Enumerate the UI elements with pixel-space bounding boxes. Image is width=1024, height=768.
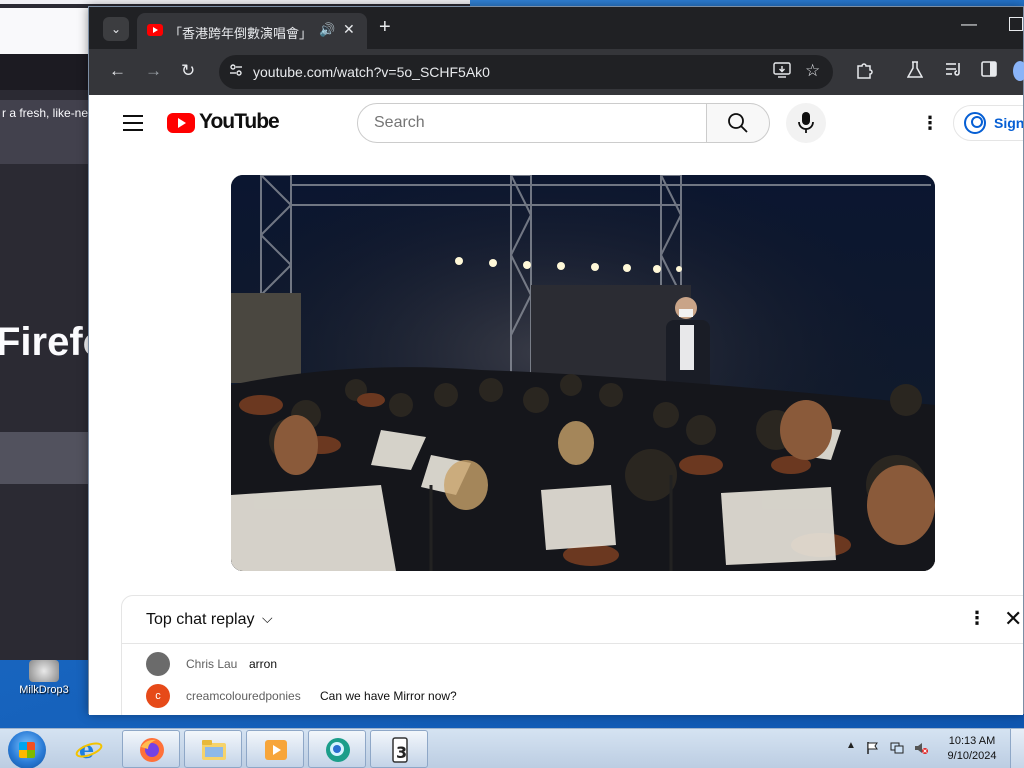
- install-app-icon[interactable]: [773, 62, 791, 82]
- taskbar-chrome[interactable]: [308, 730, 366, 768]
- forward-button[interactable]: →: [145, 61, 162, 81]
- show-hidden-icons-button[interactable]: ▲: [846, 740, 856, 751]
- folder-icon: [202, 740, 226, 760]
- chat-text: arron: [249, 657, 278, 671]
- svg-text:3: 3: [396, 743, 407, 762]
- taskbar-file-explorer[interactable]: [184, 730, 242, 768]
- taskbar-internet-explorer[interactable]: e: [60, 730, 118, 768]
- hamburger-menu-icon[interactable]: [123, 115, 143, 136]
- tab-strip: ⌄ 「香港跨年倒數演唱會」線上 🔊 ✕ + —: [89, 7, 1023, 49]
- chat-header: Top chat replay ⌵ ⋮ ✕: [122, 596, 1023, 644]
- minimize-button[interactable]: —: [961, 16, 977, 34]
- voice-search-button[interactable]: [786, 103, 826, 143]
- clock-time: 10:13 AM: [948, 735, 996, 747]
- youtube-wordmark: YouTube: [199, 110, 280, 133]
- search-input[interactable]: [374, 114, 674, 132]
- address-bar[interactable]: youtube.com/watch?v=5o_SCHF5Ak0 ☆: [219, 55, 833, 89]
- youtube-play-icon: [167, 113, 195, 133]
- taskbar-milkdrop3[interactable]: 3: [370, 730, 428, 768]
- chat-author[interactable]: Chris Lau: [186, 657, 237, 671]
- chat-close-button[interactable]: ✕: [1004, 606, 1022, 632]
- desktop-icon-label: MilkDrop3: [19, 684, 69, 696]
- chat-text: Can we have Mirror now?: [320, 689, 457, 703]
- labs-flask-icon[interactable]: [906, 61, 924, 84]
- site-info-icon[interactable]: [229, 63, 243, 80]
- back-button[interactable]: ←: [109, 61, 126, 81]
- search-box[interactable]: [357, 103, 707, 143]
- bookmark-star-icon[interactable]: ☆: [805, 61, 820, 81]
- chat-more-button[interactable]: ⋮: [968, 608, 986, 629]
- network-icon[interactable]: [890, 741, 904, 755]
- profile-avatar-icon[interactable]: [1013, 61, 1024, 81]
- chat-author[interactable]: creamcolouredponies: [186, 689, 301, 703]
- clock-date: 9/10/2024: [947, 750, 997, 762]
- url-text: youtube.com/watch?v=5o_SCHF5Ak0: [253, 64, 490, 80]
- settings-more-button[interactable]: ⋮: [921, 113, 939, 134]
- tab-close-button[interactable]: ✕: [343, 21, 355, 38]
- search-button[interactable]: [706, 103, 770, 143]
- media-controls-icon[interactable]: [945, 61, 963, 82]
- internet-explorer-icon: e: [75, 736, 103, 762]
- taskbar: e 3 ▲ 10:13 AM 9/10/2024: [0, 728, 1024, 768]
- avatar[interactable]: [146, 652, 170, 676]
- browser-toolbar: ← → ↻ youtube.com/watch?v=5o_SCHF5Ak0 ☆: [89, 49, 1024, 95]
- side-panel-icon[interactable]: [981, 61, 997, 82]
- milkdrop-icon: [29, 660, 59, 682]
- browser-icon: [326, 738, 350, 762]
- new-tab-button[interactable]: +: [379, 16, 391, 39]
- show-desktop-button[interactable]: [1010, 729, 1024, 768]
- audio-playing-icon[interactable]: 🔊: [319, 22, 335, 38]
- microphone-icon: [798, 112, 814, 133]
- maximize-button[interactable]: [1009, 17, 1023, 31]
- sign-in-label: Sign: [994, 115, 1023, 131]
- action-center-flag-icon[interactable]: [866, 741, 880, 755]
- tab-youtube[interactable]: 「香港跨年倒數演唱會」線上 🔊 ✕: [137, 13, 367, 49]
- taskbar-firefox[interactable]: [122, 730, 180, 768]
- search-icon: [728, 113, 748, 133]
- video-player[interactable]: [231, 175, 935, 571]
- desktop-icon-milkdrop3[interactable]: MilkDrop3: [2, 660, 86, 696]
- start-button[interactable]: [8, 731, 46, 768]
- video-frame-concert-orchestra: [231, 175, 935, 571]
- youtube-favicon-icon: [147, 24, 163, 36]
- tab-search-button[interactable]: ⌄: [103, 17, 129, 41]
- tab-title: 「香港跨年倒數演唱會」線上: [169, 26, 309, 41]
- milkdrop-app-icon: 3: [392, 737, 408, 763]
- chat-replay-panel: Top chat replay ⌵ ⋮ ✕ Chris Lau arron c …: [121, 595, 1023, 715]
- media-player-icon: [265, 740, 287, 760]
- youtube-page: YouTube ⋮ Sign: [89, 95, 1023, 715]
- firefox-icon: [140, 738, 164, 762]
- extensions-icon[interactable]: [855, 61, 873, 84]
- account-icon: [964, 112, 986, 134]
- system-clock[interactable]: 10:13 AM 9/10/2024: [942, 734, 1002, 764]
- sign-in-button[interactable]: Sign: [953, 105, 1023, 141]
- chat-mode-dropdown[interactable]: Top chat replay: [146, 611, 255, 629]
- chrome-window[interactable]: ⌄ 「香港跨年倒數演唱會」線上 🔊 ✕ + — ← → ↻ youtube.co…: [88, 6, 1024, 715]
- chevron-down-icon[interactable]: ⌵: [262, 610, 273, 627]
- avatar[interactable]: c: [146, 684, 170, 708]
- taskbar-media-player[interactable]: [246, 730, 304, 768]
- volume-muted-icon[interactable]: [914, 741, 928, 755]
- reload-button[interactable]: ↻: [181, 61, 195, 81]
